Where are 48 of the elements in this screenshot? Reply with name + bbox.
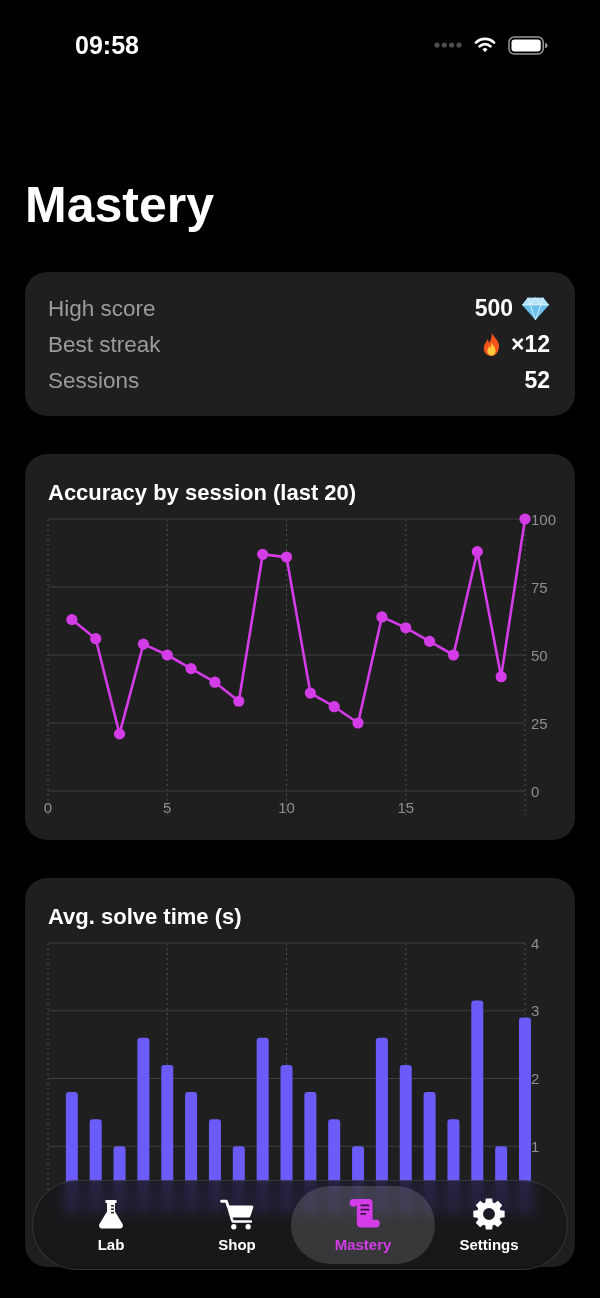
- wifi-icon: [474, 37, 496, 53]
- data-point: [424, 635, 436, 647]
- axis-label: 15: [397, 799, 415, 816]
- data-point: [185, 663, 197, 675]
- data-point: [280, 551, 293, 563]
- chart-title: Accuracy by session (last 20): [48, 479, 358, 507]
- data-point: [376, 611, 388, 623]
- chart-title: Avg. solve time (s): [48, 903, 243, 931]
- data-point: [495, 671, 507, 683]
- data-point: [161, 649, 173, 661]
- data-point: [209, 676, 221, 688]
- axis-label: 5: [163, 799, 172, 816]
- stat-label: Best streak: [48, 330, 161, 358]
- data-point: [447, 649, 460, 661]
- data-point: [137, 638, 149, 650]
- battery-icon: [508, 35, 548, 55]
- axis-label: 25: [531, 714, 548, 732]
- diamond-icon: [521, 295, 550, 321]
- data-point: [400, 622, 412, 634]
- data-point: [66, 614, 78, 626]
- axis-label: 10: [278, 799, 295, 816]
- data-point: [90, 633, 102, 645]
- axis-label: 0: [531, 782, 540, 800]
- axis-label: 100: [531, 513, 557, 528]
- page-title: Mastery: [25, 176, 215, 235]
- stat-value: 52: [524, 366, 550, 394]
- stat-value: ×12: [511, 330, 550, 358]
- data-point: [257, 548, 269, 560]
- data-point: [352, 717, 364, 729]
- axis-label: 50: [531, 646, 548, 664]
- axis-label: 4: [531, 937, 540, 952]
- axis-label: 2: [531, 1070, 540, 1087]
- data-point: [471, 546, 483, 558]
- axis-label: 0: [43, 799, 53, 816]
- data-point: [304, 687, 316, 699]
- data-point: [113, 728, 126, 740]
- stat-label: Sessions: [48, 366, 140, 394]
- status-time: 09:58: [75, 30, 139, 60]
- data-point: [519, 513, 531, 525]
- data-point: [233, 695, 245, 707]
- gear-icon: [472, 1196, 506, 1231]
- axis-label: 1: [531, 1137, 540, 1155]
- axis-label: 3: [531, 1002, 540, 1020]
- stat-value: 500: [474, 294, 513, 322]
- axis-label: 75: [531, 578, 548, 596]
- data-point: [328, 701, 340, 713]
- stat-label: High score: [48, 294, 156, 322]
- cellular-signal-icon: [434, 42, 462, 48]
